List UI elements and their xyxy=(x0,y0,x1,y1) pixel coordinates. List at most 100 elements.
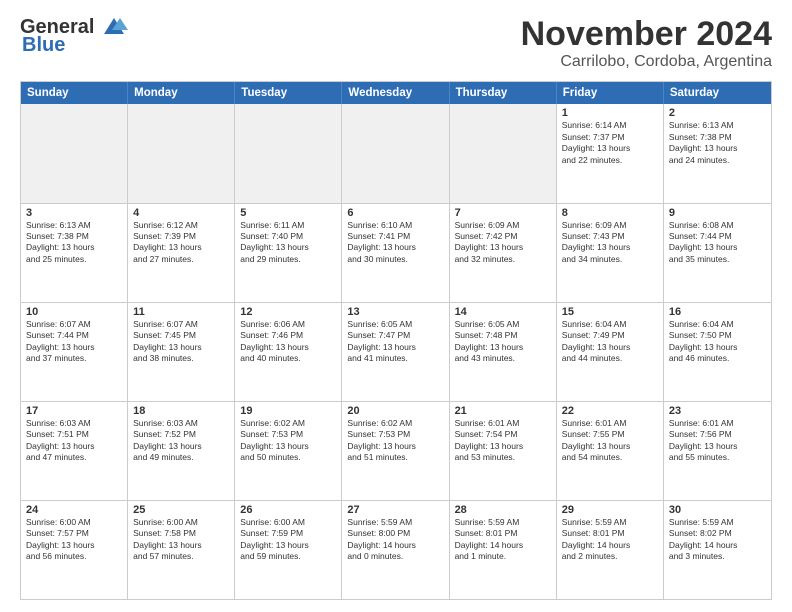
calendar-cell-r2c3: 13Sunrise: 6:05 AM Sunset: 7:47 PM Dayli… xyxy=(342,303,449,401)
day-number: 6 xyxy=(347,207,443,219)
calendar-row-2: 10Sunrise: 6:07 AM Sunset: 7:44 PM Dayli… xyxy=(21,303,771,402)
calendar-row-3: 17Sunrise: 6:03 AM Sunset: 7:51 PM Dayli… xyxy=(21,402,771,501)
calendar-cell-r4c0: 24Sunrise: 6:00 AM Sunset: 7:57 PM Dayli… xyxy=(21,501,128,599)
page-subtitle: Carrilobo, Cordoba, Argentina xyxy=(521,53,772,71)
calendar-cell-r0c5: 1Sunrise: 6:14 AM Sunset: 7:37 PM Daylig… xyxy=(557,104,664,202)
day-info: Sunrise: 6:01 AM Sunset: 7:55 PM Dayligh… xyxy=(562,418,658,464)
header-sunday: Sunday xyxy=(21,82,128,104)
day-number: 26 xyxy=(240,504,336,516)
day-number: 4 xyxy=(133,207,229,219)
calendar-cell-r3c0: 17Sunrise: 6:03 AM Sunset: 7:51 PM Dayli… xyxy=(21,402,128,500)
day-info: Sunrise: 6:13 AM Sunset: 7:38 PM Dayligh… xyxy=(26,220,122,266)
logo: General Blue xyxy=(20,16,128,57)
calendar-header: Sunday Monday Tuesday Wednesday Thursday… xyxy=(21,82,771,104)
day-info: Sunrise: 6:00 AM Sunset: 7:59 PM Dayligh… xyxy=(240,517,336,563)
title-block: November 2024 Carrilobo, Cordoba, Argent… xyxy=(521,16,772,71)
day-number: 3 xyxy=(26,207,122,219)
calendar-cell-r1c2: 5Sunrise: 6:11 AM Sunset: 7:40 PM Daylig… xyxy=(235,204,342,302)
day-info: Sunrise: 5:59 AM Sunset: 8:00 PM Dayligh… xyxy=(347,517,443,563)
logo-icon xyxy=(96,16,128,38)
calendar-cell-r1c5: 8Sunrise: 6:09 AM Sunset: 7:43 PM Daylig… xyxy=(557,204,664,302)
calendar-cell-r0c3 xyxy=(342,104,449,202)
calendar-cell-r1c1: 4Sunrise: 6:12 AM Sunset: 7:39 PM Daylig… xyxy=(128,204,235,302)
day-number: 25 xyxy=(133,504,229,516)
calendar-cell-r1c0: 3Sunrise: 6:13 AM Sunset: 7:38 PM Daylig… xyxy=(21,204,128,302)
calendar-cell-r3c6: 23Sunrise: 6:01 AM Sunset: 7:56 PM Dayli… xyxy=(664,402,771,500)
calendar-row-1: 3Sunrise: 6:13 AM Sunset: 7:38 PM Daylig… xyxy=(21,204,771,303)
calendar-cell-r4c3: 27Sunrise: 5:59 AM Sunset: 8:00 PM Dayli… xyxy=(342,501,449,599)
calendar-cell-r0c1 xyxy=(128,104,235,202)
day-info: Sunrise: 5:59 AM Sunset: 8:02 PM Dayligh… xyxy=(669,517,766,563)
day-info: Sunrise: 6:08 AM Sunset: 7:44 PM Dayligh… xyxy=(669,220,766,266)
calendar-cell-r3c4: 21Sunrise: 6:01 AM Sunset: 7:54 PM Dayli… xyxy=(450,402,557,500)
day-info: Sunrise: 6:02 AM Sunset: 7:53 PM Dayligh… xyxy=(347,418,443,464)
day-info: Sunrise: 6:04 AM Sunset: 7:49 PM Dayligh… xyxy=(562,319,658,365)
calendar-row-0: 1Sunrise: 6:14 AM Sunset: 7:37 PM Daylig… xyxy=(21,104,771,203)
calendar-cell-r4c1: 25Sunrise: 6:00 AM Sunset: 7:58 PM Dayli… xyxy=(128,501,235,599)
day-info: Sunrise: 6:14 AM Sunset: 7:37 PM Dayligh… xyxy=(562,120,658,166)
day-number: 5 xyxy=(240,207,336,219)
page: General Blue November 2024 Carrilobo, Co… xyxy=(0,0,792,612)
calendar-cell-r2c1: 11Sunrise: 6:07 AM Sunset: 7:45 PM Dayli… xyxy=(128,303,235,401)
day-info: Sunrise: 6:09 AM Sunset: 7:42 PM Dayligh… xyxy=(455,220,551,266)
calendar-cell-r4c5: 29Sunrise: 5:59 AM Sunset: 8:01 PM Dayli… xyxy=(557,501,664,599)
day-number: 17 xyxy=(26,405,122,417)
day-info: Sunrise: 6:07 AM Sunset: 7:44 PM Dayligh… xyxy=(26,319,122,365)
day-info: Sunrise: 6:13 AM Sunset: 7:38 PM Dayligh… xyxy=(669,120,766,166)
calendar-cell-r2c4: 14Sunrise: 6:05 AM Sunset: 7:48 PM Dayli… xyxy=(450,303,557,401)
day-number: 10 xyxy=(26,306,122,318)
day-number: 2 xyxy=(669,107,766,119)
header-thursday: Thursday xyxy=(450,82,557,104)
day-info: Sunrise: 6:03 AM Sunset: 7:51 PM Dayligh… xyxy=(26,418,122,464)
calendar-cell-r2c5: 15Sunrise: 6:04 AM Sunset: 7:49 PM Dayli… xyxy=(557,303,664,401)
header-monday: Monday xyxy=(128,82,235,104)
day-number: 20 xyxy=(347,405,443,417)
calendar-cell-r2c6: 16Sunrise: 6:04 AM Sunset: 7:50 PM Dayli… xyxy=(664,303,771,401)
day-number: 24 xyxy=(26,504,122,516)
day-number: 11 xyxy=(133,306,229,318)
calendar-cell-r0c4 xyxy=(450,104,557,202)
day-number: 18 xyxy=(133,405,229,417)
day-info: Sunrise: 6:00 AM Sunset: 7:58 PM Dayligh… xyxy=(133,517,229,563)
day-info: Sunrise: 6:09 AM Sunset: 7:43 PM Dayligh… xyxy=(562,220,658,266)
day-number: 8 xyxy=(562,207,658,219)
calendar-cell-r0c2 xyxy=(235,104,342,202)
day-info: Sunrise: 5:59 AM Sunset: 8:01 PM Dayligh… xyxy=(455,517,551,563)
day-info: Sunrise: 6:07 AM Sunset: 7:45 PM Dayligh… xyxy=(133,319,229,365)
day-info: Sunrise: 6:06 AM Sunset: 7:46 PM Dayligh… xyxy=(240,319,336,365)
header-saturday: Saturday xyxy=(664,82,771,104)
calendar: Sunday Monday Tuesday Wednesday Thursday… xyxy=(20,81,772,600)
day-info: Sunrise: 6:02 AM Sunset: 7:53 PM Dayligh… xyxy=(240,418,336,464)
calendar-cell-r3c1: 18Sunrise: 6:03 AM Sunset: 7:52 PM Dayli… xyxy=(128,402,235,500)
day-number: 13 xyxy=(347,306,443,318)
day-info: Sunrise: 6:01 AM Sunset: 7:54 PM Dayligh… xyxy=(455,418,551,464)
calendar-cell-r1c6: 9Sunrise: 6:08 AM Sunset: 7:44 PM Daylig… xyxy=(664,204,771,302)
day-number: 22 xyxy=(562,405,658,417)
calendar-cell-r3c2: 19Sunrise: 6:02 AM Sunset: 7:53 PM Dayli… xyxy=(235,402,342,500)
day-info: Sunrise: 6:04 AM Sunset: 7:50 PM Dayligh… xyxy=(669,319,766,365)
calendar-cell-r4c6: 30Sunrise: 5:59 AM Sunset: 8:02 PM Dayli… xyxy=(664,501,771,599)
day-number: 12 xyxy=(240,306,336,318)
day-number: 30 xyxy=(669,504,766,516)
logo-blue-text: Blue xyxy=(22,34,65,57)
calendar-cell-r1c3: 6Sunrise: 6:10 AM Sunset: 7:41 PM Daylig… xyxy=(342,204,449,302)
day-info: Sunrise: 6:01 AM Sunset: 7:56 PM Dayligh… xyxy=(669,418,766,464)
header-wednesday: Wednesday xyxy=(342,82,449,104)
day-number: 1 xyxy=(562,107,658,119)
calendar-cell-r4c4: 28Sunrise: 5:59 AM Sunset: 8:01 PM Dayli… xyxy=(450,501,557,599)
calendar-body: 1Sunrise: 6:14 AM Sunset: 7:37 PM Daylig… xyxy=(21,104,771,599)
day-number: 15 xyxy=(562,306,658,318)
calendar-cell-r2c0: 10Sunrise: 6:07 AM Sunset: 7:44 PM Dayli… xyxy=(21,303,128,401)
calendar-row-4: 24Sunrise: 6:00 AM Sunset: 7:57 PM Dayli… xyxy=(21,501,771,599)
calendar-cell-r0c0 xyxy=(21,104,128,202)
day-number: 23 xyxy=(669,405,766,417)
calendar-cell-r0c6: 2Sunrise: 6:13 AM Sunset: 7:38 PM Daylig… xyxy=(664,104,771,202)
calendar-cell-r3c3: 20Sunrise: 6:02 AM Sunset: 7:53 PM Dayli… xyxy=(342,402,449,500)
day-number: 9 xyxy=(669,207,766,219)
day-number: 28 xyxy=(455,504,551,516)
day-info: Sunrise: 6:12 AM Sunset: 7:39 PM Dayligh… xyxy=(133,220,229,266)
header: General Blue November 2024 Carrilobo, Co… xyxy=(20,16,772,71)
day-info: Sunrise: 6:03 AM Sunset: 7:52 PM Dayligh… xyxy=(133,418,229,464)
day-info: Sunrise: 6:05 AM Sunset: 7:48 PM Dayligh… xyxy=(455,319,551,365)
day-number: 27 xyxy=(347,504,443,516)
